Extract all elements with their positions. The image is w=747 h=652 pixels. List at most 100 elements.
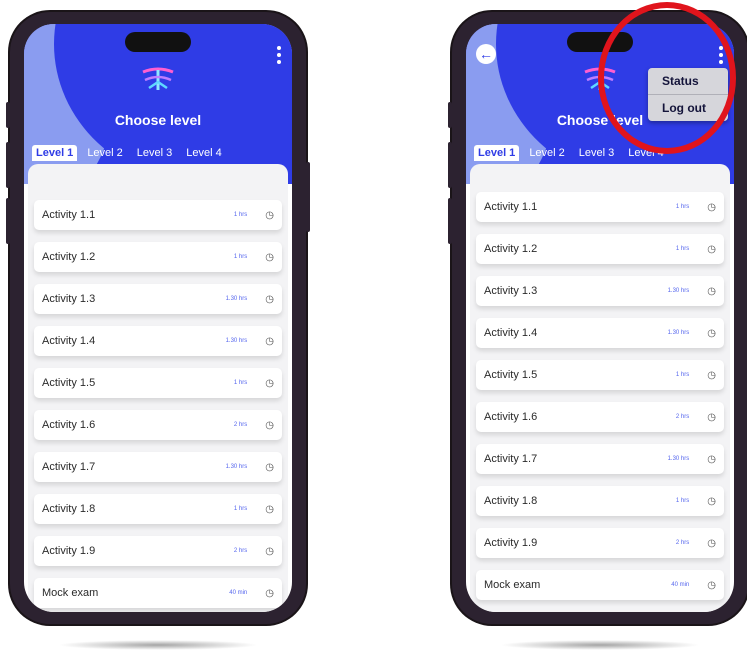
- activity-row[interactable]: Activity 1.1 1 hrs ◷: [34, 200, 282, 230]
- activity-row[interactable]: Activity 1.5 1 hrs ◷: [34, 368, 282, 398]
- clock-icon: ◷: [707, 201, 716, 213]
- clock-icon: ◷: [707, 579, 716, 591]
- activity-name: Activity 1.4: [42, 335, 96, 347]
- clock-icon: ◷: [265, 209, 274, 221]
- activity-duration: 1.30 hrs: [225, 338, 248, 344]
- activity-name: Activity 1.9: [484, 537, 538, 549]
- activity-name: Activity 1.3: [42, 293, 96, 305]
- activity-duration: 1.30 hrs: [667, 288, 690, 294]
- activity-row[interactable]: Activity 1.5 1 hrs ◷: [476, 360, 724, 390]
- activity-name: Activity 1.5: [484, 369, 538, 381]
- clock-icon: ◷: [265, 545, 274, 557]
- activity-name: Activity 1.7: [484, 453, 538, 465]
- activity-duration: 1 hrs: [675, 204, 690, 210]
- activity-duration: 2 hrs: [675, 414, 690, 420]
- clock-icon: ◷: [265, 251, 274, 263]
- activity-name: Activity 1.5: [42, 377, 96, 389]
- activity-duration: 1.30 hrs: [225, 464, 248, 470]
- clock-icon: ◷: [265, 335, 274, 347]
- activity-name: Activity 1.9: [42, 545, 96, 557]
- activity-name: Activity 1.6: [42, 419, 96, 431]
- phone-side-button: [448, 102, 452, 128]
- activity-row-mock-exam[interactable]: Mock exam 40 min ◷: [34, 578, 282, 608]
- tab-level-1[interactable]: Level 1: [32, 145, 78, 161]
- highlight-circle: [598, 2, 736, 154]
- clock-icon: ◷: [707, 411, 716, 423]
- activity-name: Activity 1.8: [42, 503, 96, 515]
- activity-row[interactable]: Activity 1.9 2 hrs ◷: [34, 536, 282, 566]
- activity-name: Activity 1.4: [484, 327, 538, 339]
- activity-duration: 2 hrs: [233, 422, 248, 428]
- activity-row[interactable]: Activity 1.4 1.30 hrs ◷: [34, 326, 282, 356]
- clock-icon: ◷: [707, 243, 716, 255]
- activity-name: Mock exam: [484, 579, 541, 591]
- phone-side-button: [6, 102, 10, 128]
- phone-left: Choose level Level 1 Level 2 Level 3 Lev…: [6, 12, 310, 624]
- activity-row[interactable]: Activity 1.7 1.30 hrs ◷: [476, 444, 724, 474]
- activity-name: Activity 1.6: [484, 411, 538, 423]
- activity-duration: 1 hrs: [675, 498, 690, 504]
- tab-level-2[interactable]: Level 2: [525, 145, 568, 161]
- tab-level-2[interactable]: Level 2: [83, 145, 126, 161]
- dynamic-island: [125, 32, 191, 52]
- app-screen-left: Choose level Level 1 Level 2 Level 3 Lev…: [24, 24, 292, 612]
- activity-duration: 2 hrs: [675, 540, 690, 546]
- clock-icon: ◷: [707, 453, 716, 465]
- activity-duration: 2 hrs: [233, 548, 248, 554]
- phone-power-button: [306, 162, 310, 232]
- activity-row[interactable]: Activity 1.3 1.30 hrs ◷: [476, 276, 724, 306]
- kebab-menu-icon[interactable]: [276, 46, 282, 64]
- activity-row[interactable]: Activity 1.6 2 hrs ◷: [476, 402, 724, 432]
- activity-name: Activity 1.1: [484, 201, 538, 213]
- activity-duration: 1.30 hrs: [667, 456, 690, 462]
- activity-row[interactable]: Activity 1.6 2 hrs ◷: [34, 410, 282, 440]
- phone-side-button: [6, 198, 10, 244]
- activity-row[interactable]: Activity 1.8 1 hrs ◷: [476, 486, 724, 516]
- activity-duration: 1 hrs: [675, 372, 690, 378]
- activity-name: Activity 1.2: [484, 243, 538, 255]
- phone-side-button: [6, 142, 10, 188]
- clock-icon: ◷: [265, 587, 274, 599]
- activity-row[interactable]: Activity 1.7 1.30 hrs ◷: [34, 452, 282, 482]
- activity-duration: 1 hrs: [675, 246, 690, 252]
- activity-duration: 1.30 hrs: [225, 296, 248, 302]
- activity-row[interactable]: Activity 1.4 1.30 hrs ◷: [476, 318, 724, 348]
- activity-duration: 40 min: [229, 590, 248, 596]
- tab-level-1[interactable]: Level 1: [474, 145, 520, 161]
- clock-icon: ◷: [265, 503, 274, 515]
- activity-name: Mock exam: [42, 587, 99, 599]
- activity-name: Activity 1.8: [484, 495, 538, 507]
- clock-icon: ◷: [265, 461, 274, 473]
- activity-duration: 40 min: [671, 582, 690, 588]
- tab-level-4[interactable]: Level 4: [182, 145, 225, 161]
- activity-row[interactable]: Activity 1.9 2 hrs ◷: [476, 528, 724, 558]
- activity-name: Activity 1.3: [484, 285, 538, 297]
- activity-row[interactable]: Activity 1.8 1 hrs ◷: [34, 494, 282, 524]
- tab-level-3[interactable]: Level 3: [133, 145, 176, 161]
- activity-name: Activity 1.7: [42, 461, 96, 473]
- app-logo-icon: [142, 67, 174, 90]
- activity-row[interactable]: Activity 1.2 1 hrs ◷: [476, 234, 724, 264]
- tab-level-3[interactable]: Level 3: [575, 145, 618, 161]
- phone-shadow: [58, 640, 258, 650]
- page-title: Choose level: [114, 112, 202, 128]
- activity-duration: 1.30 hrs: [667, 330, 690, 336]
- activity-row[interactable]: Activity 1.2 1 hrs ◷: [34, 242, 282, 272]
- activity-duration: 1 hrs: [233, 506, 248, 512]
- clock-icon: ◷: [707, 285, 716, 297]
- phone-side-button: [448, 198, 452, 244]
- back-arrow-icon[interactable]: ←: [476, 44, 496, 64]
- activity-row[interactable]: Activity 1.3 1.30 hrs ◷: [34, 284, 282, 314]
- activity-duration: 1 hrs: [233, 254, 248, 260]
- clock-icon: ◷: [265, 419, 274, 431]
- activity-row-mock-exam[interactable]: Mock exam 40 min ◷: [476, 570, 724, 600]
- clock-icon: ◷: [707, 495, 716, 507]
- activity-name: Activity 1.2: [42, 251, 96, 263]
- activity-row[interactable]: Activity 1.1 1 hrs ◷: [476, 192, 724, 222]
- activity-duration: 1 hrs: [233, 380, 248, 386]
- activity-duration: 1 hrs: [233, 212, 248, 218]
- clock-icon: ◷: [707, 327, 716, 339]
- clock-icon: ◷: [707, 537, 716, 549]
- phone-side-button: [448, 142, 452, 188]
- clock-icon: ◷: [265, 377, 274, 389]
